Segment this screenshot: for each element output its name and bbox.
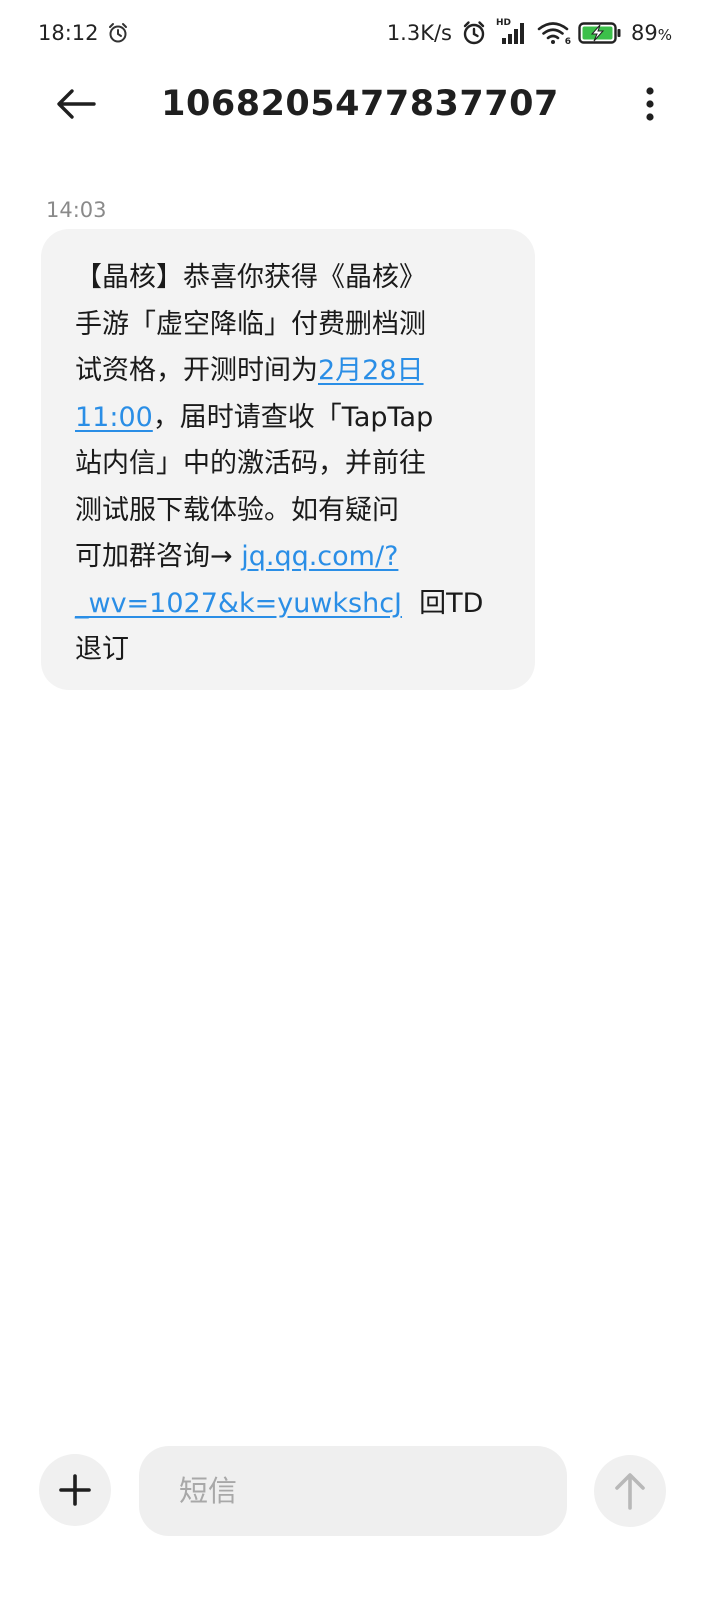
back-button[interactable] — [48, 76, 104, 132]
signal-icon: HD — [496, 18, 528, 45]
message-line: 退订 — [75, 634, 129, 665]
sms-conversation-screen: 18:12 1.3K/s HD 6 89% 1068205477837707 1… — [0, 0, 720, 1600]
message-input-container[interactable] — [139, 1446, 567, 1536]
status-time: 18:12 — [38, 21, 99, 45]
message-line: 11:00，届时请查收「TapTap — [75, 395, 505, 442]
add-attachment-button[interactable] — [39, 1454, 111, 1526]
network-type-label: HD — [496, 18, 512, 28]
send-arrow-icon — [615, 1473, 645, 1510]
battery-percent: 89 — [631, 21, 658, 45]
battery-level: 89% — [631, 21, 672, 45]
wifi-label: 6 — [564, 37, 571, 47]
message-text-segment: ，届时请查收「TapTap — [152, 401, 434, 433]
more-vertical-icon — [646, 87, 654, 121]
message-line: 手游「虚空降临」付费删档测 — [75, 308, 426, 340]
message-timestamp: 14:03 — [46, 198, 107, 222]
date-link[interactable]: 11:00 — [75, 402, 153, 433]
back-arrow-icon — [57, 89, 96, 119]
send-button[interactable] — [594, 1455, 666, 1527]
message-composer — [0, 1446, 720, 1536]
battery-unit: % — [657, 26, 672, 44]
message-text: 【晶核】恭喜你获得《晶核》 手游「虚空降临」付费删档测 试资格，开测时间为2月2… — [75, 255, 505, 674]
message-line: _wv=1027&k=yuwkshcJ 回TD — [75, 581, 505, 628]
message-line: 站内信」中的激活码，并前往 — [75, 448, 426, 479]
message-line: 【晶核】恭喜你获得《晶核》 — [75, 262, 426, 293]
conversation-header: 1068205477837707 — [0, 66, 720, 142]
plus-icon — [59, 1474, 91, 1506]
message-input[interactable] — [179, 1474, 567, 1508]
message-text-segment: 试资格，开测时间为 — [75, 355, 318, 386]
date-link[interactable]: 2月28日 — [318, 355, 424, 386]
status-left: 18:12 — [38, 21, 129, 45]
contact-number-title: 1068205477837707 — [161, 84, 559, 124]
url-link[interactable]: jq.qq.com/? — [241, 541, 398, 572]
network-speed: 1.3K/s — [386, 21, 452, 45]
alarm-icon — [107, 22, 129, 44]
message-line: 可加群咨询→ jq.qq.com/? — [75, 534, 505, 581]
message-line: 测试服下载体验。如有疑问 — [75, 494, 399, 526]
alarm-icon — [461, 20, 487, 46]
message-text-segment: 可加群咨询→ — [75, 541, 242, 572]
message-text-segment: 回TD — [402, 587, 484, 619]
status-bar: 18:12 1.3K/s HD 6 89% — [0, 0, 720, 66]
url-link[interactable]: _wv=1027&k=yuwkshcJ — [75, 588, 402, 619]
message-line: 试资格，开测时间为2月28日 — [75, 348, 505, 395]
wifi-icon: 6 — [537, 21, 571, 47]
more-options-button[interactable] — [622, 76, 678, 132]
battery-charging-icon — [578, 21, 622, 45]
message-bubble[interactable]: 【晶核】恭喜你获得《晶核》 手游「虚空降临」付费删档测 试资格，开测时间为2月2… — [41, 229, 535, 690]
status-right: 1.3K/s HD 6 89% — [386, 18, 672, 47]
